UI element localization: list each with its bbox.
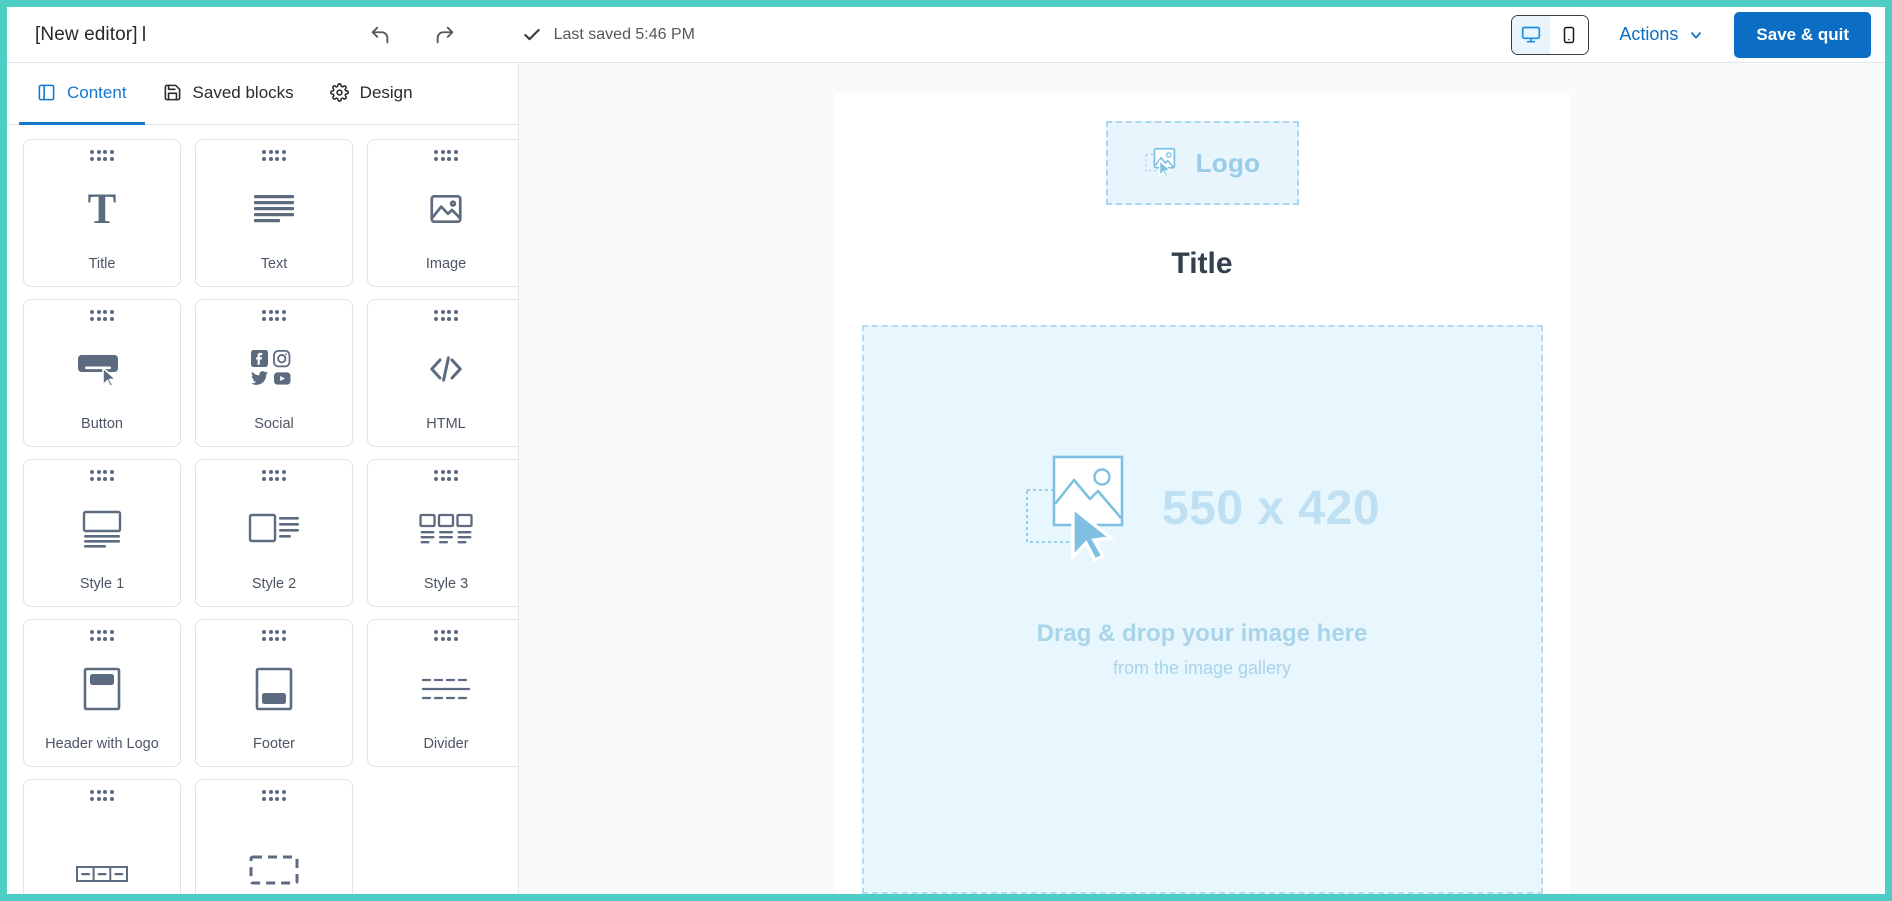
block-label: Image [425,256,467,272]
image-over-text-icon [24,483,180,577]
drag-handle-icon[interactable] [90,310,114,321]
logo-placeholder-zone[interactable]: Logo [1105,121,1299,205]
empty-dashed-box-icon [196,803,352,895]
logo-placeholder-label: Logo [1195,147,1261,178]
drag-handle-icon[interactable] [434,150,458,161]
drag-handle-icon[interactable] [434,310,458,321]
block-label: HTML [426,416,466,432]
desktop-monitor-icon[interactable] [1512,15,1551,54]
block-label: Button [81,416,123,432]
block-label: Style 1 [79,576,125,592]
image-drop-zone[interactable]: 550 x 420 Drag & drop your image here fr… [861,325,1543,894]
picture-icon [368,163,518,257]
drag-handle-icon[interactable] [262,310,286,321]
checkmark-icon [522,25,542,45]
tab-saved-blocks-label: Saved blocks [192,82,294,102]
footer-icon [196,643,352,737]
device-preview-toggle [1511,14,1590,55]
editor-window: [New editor] Last saved 5:46 PM Actions … [0,0,1892,901]
top-toolbar: [New editor] Last saved 5:46 PM Actions … [7,7,1885,63]
email-title-block[interactable]: Title [1171,247,1232,281]
drag-handle-icon[interactable] [90,150,114,161]
block-label: Text [260,256,288,272]
code-brackets-icon [368,323,518,417]
block-text[interactable]: Text [195,139,353,287]
tab-design-label: Design [359,82,413,102]
tab-design[interactable]: Design [312,63,431,125]
block-button[interactable]: Button [23,299,181,447]
block-label: Footer [253,736,295,752]
block-label: Style 3 [423,576,469,592]
block-label: Social [254,416,294,432]
sidebar-tabs: Content Saved blocks Design [7,63,518,125]
block-label: Header with Logo [45,736,159,752]
block-style-1[interactable]: Style 1 [23,459,181,607]
title-text-cursor [142,25,145,41]
chevron-down-icon [1688,27,1704,43]
block-label: Style 2 [251,576,297,592]
redo-arrow-icon[interactable] [430,20,460,50]
block-divider[interactable]: Divider [367,619,518,767]
block-image[interactable]: Image [367,139,518,287]
block-html[interactable]: HTML [367,299,518,447]
block-style-3[interactable]: Style 3 [367,459,518,607]
columns-three-icon [24,803,180,895]
block-label: Title [88,256,116,272]
drag-handle-icon[interactable] [262,470,286,481]
drag-drop-subtext: from the image gallery [1112,658,1292,678]
block-columns[interactable] [23,779,181,894]
tab-saved-blocks[interactable]: Saved blocks [145,63,312,125]
floppy-disk-icon [163,83,182,102]
undo-redo-group [365,20,460,50]
save-status: Last saved 5:46 PM [522,25,695,45]
document-title[interactable]: [New editor] [35,24,145,46]
tab-content-label: Content [67,82,127,102]
drag-drop-headline: Drag & drop your image here [1036,620,1368,647]
email-canvas: Logo Title 550 x 420 Drag & drop your im… [519,63,1885,894]
block-label: Divider [423,736,469,752]
blocks-list[interactable]: T Title Text Image Button Social HTML St… [7,125,518,894]
image-placeholder-cursor-icon [1024,452,1144,564]
block-style-2[interactable]: Style 2 [195,459,353,607]
divider-dashed-icon [368,643,518,737]
text-lines-icon [196,163,352,257]
button-cursor-icon [24,323,180,417]
save-status-text: Last saved 5:46 PM [553,25,695,43]
blocks-sidebar: Content Saved blocks Design T Title Text… [7,63,519,894]
social-networks-icon [196,323,352,417]
actions-label: Actions [1619,24,1679,44]
three-column-icon [368,483,518,577]
header-logo-icon [24,643,180,737]
drag-handle-icon[interactable] [262,790,286,801]
image-drop-preview: 550 x 420 [1024,452,1380,564]
drag-handle-icon[interactable] [262,150,286,161]
block-empty-container[interactable] [195,779,353,894]
actions-menu-button[interactable]: Actions [1615,19,1708,50]
save-and-quit-button[interactable]: Save & quit [1734,11,1871,58]
block-footer[interactable]: Footer [195,619,353,767]
sidebar-panel-icon [37,83,56,102]
image-dimensions-label: 550 x 420 [1161,481,1381,535]
block-social[interactable]: Social [195,299,353,447]
toolbar-right-group: Actions Save & quit [1511,11,1871,58]
drag-handle-icon[interactable] [262,630,286,641]
undo-arrow-icon[interactable] [365,20,395,50]
serif-t-icon: T [87,185,117,233]
drag-handle-icon[interactable] [434,470,458,481]
drag-handle-icon[interactable] [90,630,114,641]
document-title-text: [New editor] [35,23,138,45]
tab-content[interactable]: Content [19,63,145,125]
drag-handle-icon[interactable] [434,630,458,641]
gear-icon [329,83,349,102]
block-title[interactable]: T Title [23,139,181,287]
block-header-with-logo[interactable]: Header with Logo [23,619,181,767]
mobile-phone-icon[interactable] [1550,15,1589,54]
editor-body: Content Saved blocks Design T Title Text… [7,63,1885,894]
drag-handle-icon[interactable] [90,790,114,801]
drag-handle-icon[interactable] [90,470,114,481]
image-left-text-right-icon [196,483,352,577]
email-template: Logo Title 550 x 420 Drag & drop your im… [834,93,1570,894]
blocks-grid: T Title Text Image Button Social HTML St… [23,139,518,894]
image-placeholder-cursor-icon [1144,144,1182,182]
